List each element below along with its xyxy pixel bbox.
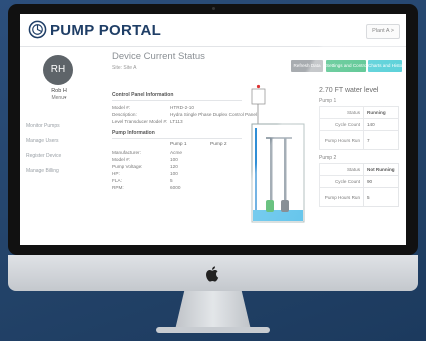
status-key: Status	[319, 163, 364, 176]
pump-1-label: Pump 1	[319, 98, 337, 104]
app-header: PUMP PORTAL Plant A >	[20, 14, 406, 47]
field-value: 100	[170, 171, 178, 176]
field-value: 120	[170, 164, 178, 169]
alarm-light-icon	[256, 84, 261, 89]
sidebar-item-monitor-pumps[interactable]: Monitor Pumps	[26, 119, 61, 134]
pump-2-column-header: Pump 2	[210, 142, 227, 147]
pump-information-heading: Pump Information	[112, 130, 155, 136]
pump-info-row: HP: 100	[112, 171, 178, 176]
water-level-readout: 2.70 FT water level	[319, 87, 379, 94]
field-value: 100	[170, 157, 178, 162]
field-value: LT113	[170, 119, 183, 124]
field-value: Acme	[170, 150, 182, 155]
control-panel-row: Model #: HTRD-2-10	[112, 105, 194, 110]
settings-and-control-button[interactable]: Settings and Control	[326, 60, 368, 72]
control-panel-row: Description: Hydra Single Phase Duplex Co…	[112, 112, 257, 117]
camera	[212, 7, 215, 10]
sidebar-item-manage-billing[interactable]: Manage Billing	[26, 164, 61, 179]
field-label: RPM:	[112, 185, 124, 190]
pump-2-status-value: Not Running	[363, 163, 399, 176]
pump-info-row: Model #: 100	[112, 157, 178, 162]
sidebar: RH Rob H Menu▾ Monitor Pumps Manage User…	[20, 47, 98, 245]
pump-2-hours-run: 5	[363, 187, 399, 207]
discharge-pipe	[284, 138, 287, 204]
pump-2-icon	[281, 200, 289, 212]
imac-stand-base	[156, 327, 270, 333]
pump-1-icon	[266, 200, 274, 212]
sidebar-nav: Monitor Pumps Manage Users Register Devi…	[26, 119, 61, 179]
table-row: Pump Hours Run 7	[319, 130, 399, 150]
control-panel-box	[251, 88, 266, 105]
table-row: Status Running	[319, 106, 399, 119]
app-screen: PUMP PORTAL Plant A > RH Rob H Menu▾ Mon…	[20, 14, 406, 245]
cycle-count-key: Cycle Count	[319, 175, 364, 188]
field-value: 5	[170, 178, 173, 183]
hours-run-key: Pump Hours Run	[319, 187, 364, 207]
pump-station-diagram	[251, 84, 305, 223]
section-divider	[112, 138, 242, 139]
imac-stand	[175, 291, 251, 329]
control-panel-row: Level Transducer Model #: LT113	[112, 119, 183, 124]
pump-1-status-table: Status Running Cycle Count 140 Pump Hour…	[319, 106, 399, 150]
field-label: Pump Voltage:	[112, 164, 143, 169]
app-logo-text: PUMP PORTAL	[50, 22, 162, 39]
field-label: Model #:	[112, 105, 130, 110]
table-row: Status Not Running	[319, 163, 399, 176]
page-subtitle: Site: Site A	[112, 65, 137, 71]
hours-run-key: Pump Hours Run	[319, 130, 364, 150]
control-panel-heading: Control Panel Information	[112, 92, 174, 98]
water-level-fill	[253, 210, 303, 221]
charts-and-history-button[interactable]: Charts and History	[368, 60, 406, 72]
user-name: Rob H	[51, 88, 67, 94]
pump-logo-icon	[28, 20, 47, 39]
pump-info-row: Pump Voltage: 120	[112, 164, 178, 169]
field-label: Manufacturer:	[112, 150, 141, 155]
pump-info-row: FLA: 5	[112, 178, 173, 183]
pump-info-row: Manufacturer: Acme	[112, 150, 182, 155]
table-row: Cycle Count 90	[319, 175, 399, 188]
field-label: Model #:	[112, 157, 130, 162]
refresh-data-button[interactable]: Refresh Data	[291, 60, 323, 72]
field-value: 6000	[170, 185, 181, 190]
table-row: Cycle Count 140	[319, 118, 399, 131]
pump-1-hours-run: 7	[363, 130, 399, 150]
level-transducer	[255, 128, 257, 216]
plant-selector[interactable]: Plant A >	[366, 24, 400, 39]
sidebar-item-manage-users[interactable]: Manage Users	[26, 134, 61, 149]
pump-1-cycle-count: 140	[363, 118, 399, 131]
cycle-count-key: Cycle Count	[319, 118, 364, 131]
pump-2-cycle-count: 90	[363, 175, 399, 188]
field-label: HP:	[112, 171, 120, 176]
pump-2-label: Pump 2	[319, 155, 337, 161]
pump-info-row: RPM: 6000	[112, 185, 180, 190]
field-label: Level Transducer Model #:	[112, 119, 168, 124]
user-menu-toggle[interactable]: Menu▾	[20, 95, 98, 101]
field-value: HTRD-2-10	[170, 105, 194, 110]
field-label: Description:	[112, 112, 137, 117]
status-key: Status	[319, 106, 364, 119]
pump-1-column-header: Pump 1	[170, 142, 187, 147]
avatar[interactable]: RH	[43, 55, 73, 85]
sidebar-item-register-device[interactable]: Register Device	[26, 149, 61, 164]
imac-chin	[8, 255, 418, 291]
field-value: Hydra Single Phase Duplex Control Panel	[170, 112, 258, 117]
table-row: Pump Hours Run 5	[319, 187, 399, 207]
field-label: FLA:	[112, 178, 122, 183]
pump-1-status-value: Running	[363, 106, 399, 119]
imac-screen-bezel: PUMP PORTAL Plant A > RH Rob H Menu▾ Mon…	[8, 4, 418, 255]
discharge-pipe	[270, 138, 273, 204]
section-divider	[112, 100, 242, 101]
page-title: Device Current Status	[112, 51, 205, 62]
apple-logo-icon	[206, 266, 219, 282]
pump-2-status-table: Status Not Running Cycle Count 90 Pump H…	[319, 163, 399, 207]
